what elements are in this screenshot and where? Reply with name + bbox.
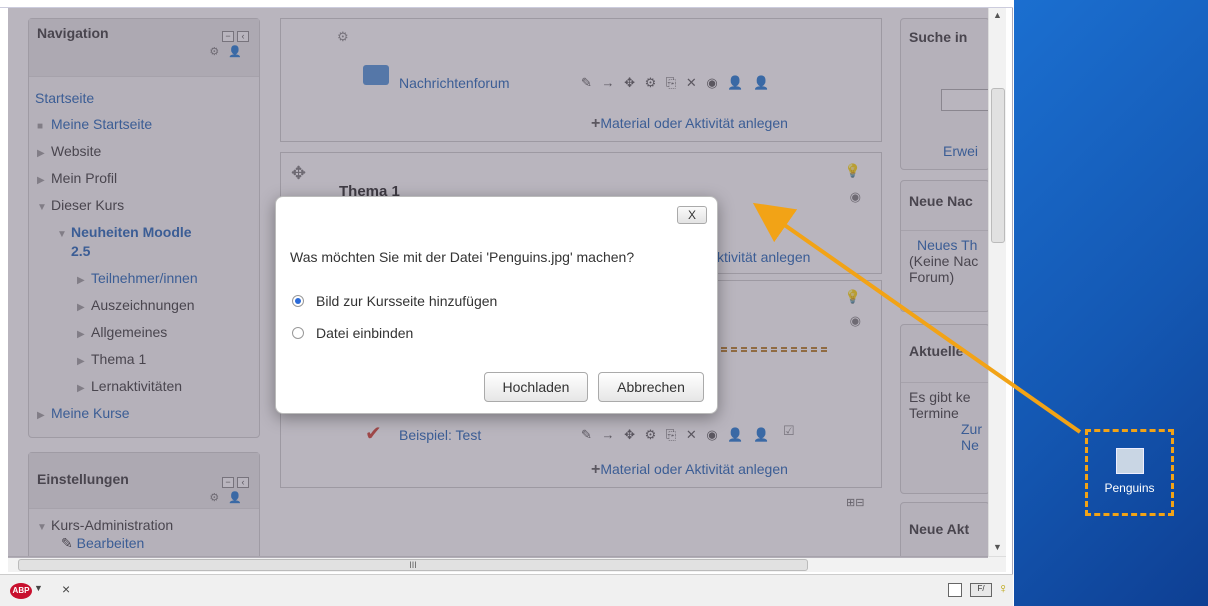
- drag-arrow-icon: [752, 202, 1082, 434]
